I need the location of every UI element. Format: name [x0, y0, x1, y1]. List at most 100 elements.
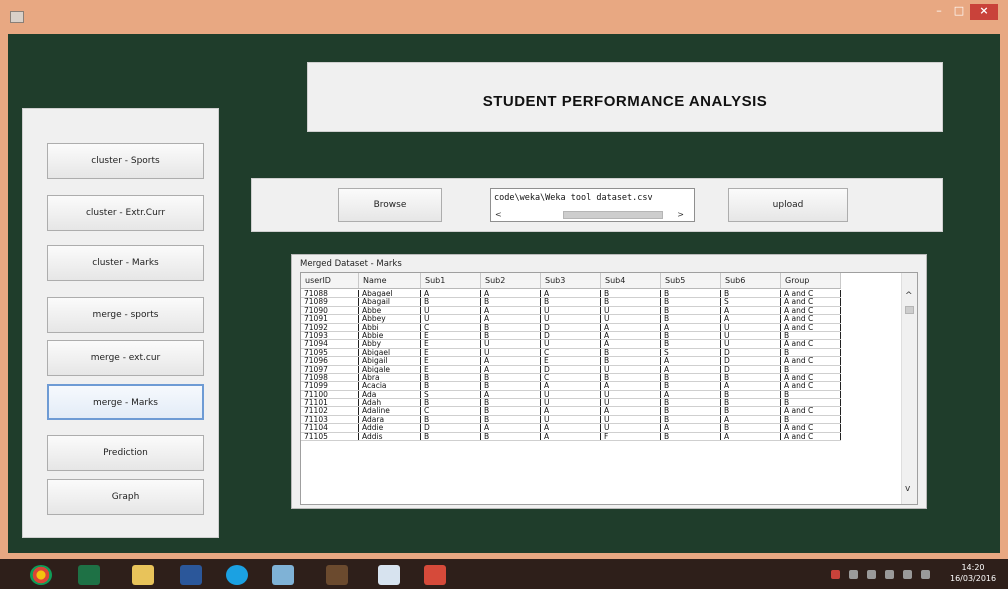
table-cell: Addie	[359, 424, 421, 432]
excel-icon[interactable]	[78, 565, 100, 585]
taskbar: 14:20 16/03/2016	[0, 559, 1008, 589]
app-icon[interactable]	[326, 565, 348, 585]
column-header[interactable]: Sub5	[661, 273, 721, 288]
clock[interactable]: 14:20 16/03/2016	[950, 562, 996, 584]
table-cell: Abra	[359, 373, 421, 382]
merge-sports-button[interactable]: merge - sports	[47, 297, 204, 333]
file-panel: Browse code\weka\Weka tool dataset.csv <…	[251, 178, 943, 232]
table-cell: 71088	[301, 290, 359, 298]
table-cell: U	[481, 348, 541, 357]
table-row[interactable]: 71090 Abbe U A U U B A A and C	[301, 306, 841, 316]
table-scroll-thumb[interactable]	[905, 306, 914, 314]
table-row[interactable]: 71098 Abra B B C B B B A and C	[301, 373, 841, 383]
table-row[interactable]: 71103 Adara B B U U B A B	[301, 415, 841, 425]
column-header[interactable]: Sub2	[481, 273, 541, 288]
browse-button[interactable]: Browse	[338, 188, 442, 222]
table-cell: F	[601, 432, 661, 441]
java-icon[interactable]	[378, 565, 400, 585]
tray-security-icon[interactable]	[831, 570, 840, 579]
column-header[interactable]: userID	[301, 273, 359, 288]
table-cell: B	[481, 407, 541, 415]
tray-display-icon[interactable]	[885, 570, 894, 579]
tray-network-icon[interactable]	[849, 570, 858, 579]
file-path-field[interactable]: code\weka\Weka tool dataset.csv < >	[490, 188, 695, 222]
sidebar: cluster - Sports cluster - Extr.Curr clu…	[22, 108, 219, 538]
table-cell: A	[721, 306, 781, 315]
table-cell: Abbey	[359, 315, 421, 323]
merge-marks-button[interactable]: merge - Marks	[47, 384, 204, 420]
file-path-value: code\weka\Weka tool dataset.csv	[494, 193, 653, 203]
table-row[interactable]: 71102 Adaline C B A A B B A and C	[301, 407, 841, 416]
table-cell: D	[721, 348, 781, 357]
table-cell: 71102	[301, 407, 359, 415]
table-cell: C	[541, 373, 601, 382]
table-row[interactable]: 71099 Acacia B B A A B A A and C	[301, 382, 841, 391]
path-horizontal-scrollbar[interactable]: < >	[493, 209, 692, 220]
table-row[interactable]: 71101 Adah B B U U B B B	[301, 399, 841, 408]
cluster-sports-button[interactable]: cluster - Sports	[47, 143, 204, 179]
scroll-down-icon[interactable]: v	[905, 484, 910, 494]
table-row[interactable]: 71094 Abby E U U A B U A and C	[301, 340, 841, 349]
table-cell: B	[481, 331, 541, 340]
table-row[interactable]: 71100 Ada S A U U A B B	[301, 390, 841, 400]
table-cell: B	[481, 298, 541, 306]
table-row[interactable]: 71088 Abagael A A A B B B A and C	[301, 290, 841, 299]
scroll-up-icon[interactable]: ^	[905, 291, 913, 301]
column-header[interactable]: Sub1	[421, 273, 481, 288]
dataset-table[interactable]: userID Name Sub1 Sub2 Sub3 Sub4 Sub5 Sub6 Group …	[300, 272, 918, 505]
scroll-left-icon[interactable]: <	[495, 209, 502, 220]
table-row[interactable]: 71097 Abigale E A D U A D B	[301, 365, 841, 374]
merge-ext-cur-button[interactable]: merge - ext.cur	[47, 340, 204, 376]
table-row[interactable]: 71104 Addie D A A U A B A and C	[301, 424, 841, 433]
column-header[interactable]: Sub3	[541, 273, 601, 288]
minimize-button[interactable]: –	[930, 4, 948, 20]
table-row[interactable]: 71091 Abbey U A U U B A A and C	[301, 315, 841, 324]
column-header[interactable]: Group	[781, 273, 841, 288]
notepad-icon[interactable]	[272, 565, 294, 585]
table-row[interactable]: 71089 Abagail B B B B B S A and C	[301, 298, 841, 307]
column-header[interactable]: Name	[359, 273, 421, 288]
acrobat-icon[interactable]	[424, 565, 446, 585]
prediction-button[interactable]: Prediction	[47, 435, 204, 471]
scroll-thumb[interactable]	[563, 211, 663, 219]
word-icon[interactable]	[180, 565, 202, 585]
table-cell: A and C	[781, 382, 841, 390]
table-cell: U	[541, 315, 601, 323]
table-row[interactable]: 71093 Abbie E B D A B U B	[301, 331, 841, 341]
table-cell: C	[421, 323, 481, 331]
column-header[interactable]: Sub6	[721, 273, 781, 288]
tray-volume-icon[interactable]	[921, 570, 930, 579]
chrome-icon[interactable]	[30, 565, 52, 585]
tray-battery-icon[interactable]	[903, 570, 912, 579]
dataset-table-panel: Merged Dataset - Marks userID Name Sub1 Sub…	[291, 254, 927, 509]
ie-icon[interactable]	[226, 565, 248, 585]
table-cell: U	[601, 415, 661, 424]
close-button[interactable]: ×	[970, 4, 998, 20]
cluster-extr-curr-button[interactable]: cluster - Extr.Curr	[47, 195, 204, 231]
scroll-right-icon[interactable]: >	[677, 209, 684, 220]
table-cell: Adah	[359, 399, 421, 407]
cluster-marks-button[interactable]: cluster - Marks	[47, 245, 204, 281]
table-cell: Adaline	[359, 407, 421, 415]
table-cell: A	[601, 407, 661, 415]
table-cell: A and C	[781, 373, 841, 382]
table-cell: B	[421, 432, 481, 441]
table-vertical-scrollbar[interactable]: ^ v	[901, 273, 917, 504]
table-row[interactable]: 71092 Abbi C B D A A U A and C	[301, 323, 841, 332]
table-cell: B	[661, 315, 721, 323]
table-row[interactable]: 71095 Abigael E U C B S D B	[301, 348, 841, 358]
table-cell: Abbie	[359, 331, 421, 340]
table-cell: B	[721, 407, 781, 415]
graph-button[interactable]: Graph	[47, 479, 204, 515]
table-row[interactable]: 71096 Abigail E A E B A D A and C	[301, 357, 841, 366]
tray-flag-icon[interactable]	[867, 570, 876, 579]
table-cell: B	[481, 382, 541, 390]
table-cell: B	[421, 382, 481, 390]
explorer-icon[interactable]	[132, 565, 154, 585]
upload-button[interactable]: upload	[728, 188, 848, 222]
table-cell: U	[721, 323, 781, 331]
column-header[interactable]: Sub4	[601, 273, 661, 288]
maximize-button[interactable]: □	[950, 4, 968, 20]
table-row[interactable]: 71105 Addis B B A F B A A and C	[301, 432, 841, 442]
table-cell: A	[481, 424, 541, 432]
